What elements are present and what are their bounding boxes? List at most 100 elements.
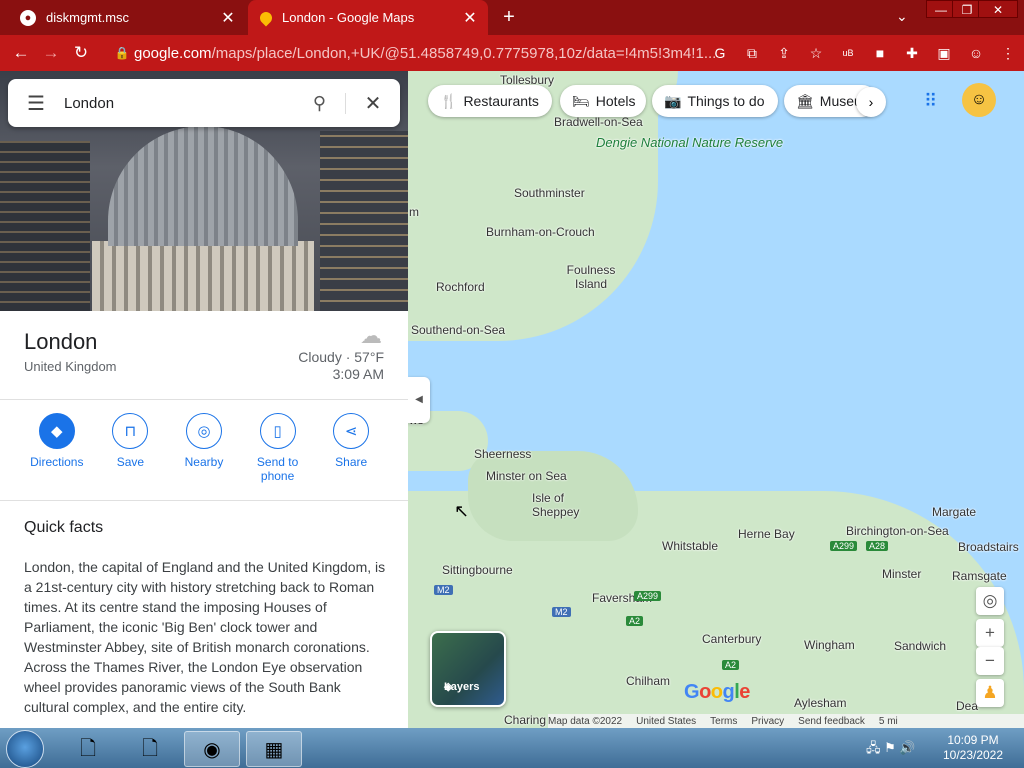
place-label[interactable]: Wingham — [804, 638, 855, 652]
bookmark-star-icon[interactable]: ☆ — [800, 45, 832, 62]
forward-arrow-icon[interactable]: → — [36, 43, 66, 63]
volume-icon[interactable]: 🔊 — [899, 740, 915, 755]
terms-link[interactable]: Terms — [710, 716, 737, 727]
place-label[interactable]: Canterbury — [702, 632, 761, 646]
zoom-in-icon[interactable]: + — [976, 619, 1004, 647]
place-label[interactable]: Herne Bay — [738, 527, 795, 541]
park-label[interactable]: Dengie National Nature Reserve — [596, 135, 783, 151]
file-icon[interactable]: 🗋 — [122, 731, 178, 767]
place-label[interactable]: Aylesham — [794, 696, 846, 710]
globe-icon: ● — [20, 9, 36, 26]
clock-time: 10:09 PM — [947, 733, 999, 747]
my-location-icon[interactable]: ◎ — [976, 587, 1004, 615]
pegman-icon[interactable]: ♟ — [976, 679, 1004, 707]
ublock-icon[interactable]: uB — [832, 48, 864, 58]
close-tab-icon[interactable]: ✕ — [216, 8, 240, 28]
place-label[interactable]: Ramsgate — [952, 569, 1007, 583]
chip-restaurants[interactable]: 🍴 Restaurants — [428, 85, 552, 117]
place-subtitle: United Kingdom — [24, 359, 117, 374]
place-label[interactable]: Southminster — [514, 186, 585, 200]
directions-button[interactable]: ◆ Directions — [25, 413, 89, 483]
tab-diskmgmt[interactable]: ● diskmgmt.msc ✕ — [8, 0, 246, 35]
network-icon[interactable]: 🖧 — [866, 740, 881, 755]
scale-bar[interactable]: 5 mi — [879, 716, 898, 727]
place-label[interactable]: Sheerness — [474, 447, 531, 461]
map-canvas[interactable]: Tollesbury Bradwell-on-Sea Dengie Nation… — [408, 71, 1024, 728]
send-to-phone-label: Send to phone — [256, 455, 299, 483]
reload-icon[interactable]: ↻ — [66, 43, 96, 63]
file-icon[interactable]: 🗋 — [60, 731, 116, 767]
place-label[interactable]: Rochford — [436, 280, 485, 294]
place-label[interactable]: Chilham — [626, 674, 670, 688]
open-in-app-icon[interactable]: ⧉ — [736, 45, 768, 62]
place-label[interactable]: Isle of Sheppey — [532, 491, 592, 519]
directions-label: Directions — [30, 455, 84, 469]
close-tab-icon[interactable]: ✕ — [458, 8, 482, 28]
place-label[interactable]: Burnham-on-Crouch — [486, 225, 595, 239]
extensions-puzzle-icon[interactable]: ✚ — [896, 45, 928, 62]
send-to-phone-button[interactable]: ▯ Send to phone — [246, 413, 310, 483]
search-input[interactable]: London — [64, 95, 294, 112]
zoom-out-icon[interactable]: − — [976, 647, 1004, 675]
search-icon[interactable]: ⚲ — [294, 92, 346, 114]
place-label[interactable]: Bradwell-on-Sea — [554, 115, 643, 129]
phone-icon: ▯ — [259, 413, 296, 449]
send-feedback-link[interactable]: Send feedback — [798, 716, 865, 727]
place-label[interactable]: Dea — [956, 699, 978, 713]
record-icon[interactable]: ■ — [864, 45, 896, 61]
collapse-panel-icon[interactable]: ◀ — [408, 377, 430, 423]
map-footer: Map data ©2022 United States Terms Priva… — [548, 714, 1024, 728]
hamburger-menu-icon[interactable]: ☰ — [8, 91, 64, 116]
start-button[interactable] — [6, 730, 44, 768]
share-button[interactable]: ⋖ Share — [319, 413, 383, 483]
save-button[interactable]: ⊓ Save — [98, 413, 162, 483]
browser-toolbar: ← → ↻ 🔒 google.com/maps/place/London,+UK… — [0, 35, 1024, 71]
nearby-button[interactable]: ◎ Nearby — [172, 413, 236, 483]
chip-hotels[interactable]: 🛏 Hotels — [560, 85, 646, 117]
privacy-link[interactable]: Privacy — [751, 716, 784, 727]
new-tab-icon[interactable]: + — [498, 6, 520, 29]
tab-search-chevron-icon[interactable]: ⌄ — [896, 8, 908, 25]
clock-date: 10/23/2022 — [942, 748, 1004, 762]
place-label[interactable]: Charing — [504, 713, 546, 727]
place-label[interactable]: Sandwich — [894, 639, 946, 653]
action-center-icon[interactable]: ⚑ — [884, 740, 896, 755]
share-page-icon[interactable]: ⇪ — [768, 45, 800, 62]
account-avatar[interactable]: ☺ — [962, 83, 996, 117]
chip-label: Restaurants — [463, 93, 539, 109]
region-link[interactable]: United States — [636, 716, 696, 727]
camera-icon: 📷 — [664, 92, 682, 109]
taskbar-clock[interactable]: 10:09 PM 10/23/2022 — [940, 733, 1006, 763]
divider — [0, 399, 408, 400]
layers-button[interactable]: ◈ Layers — [430, 631, 506, 707]
more-menu-icon[interactable]: ⋮ — [992, 45, 1024, 62]
place-label[interactable]: Whitstable — [662, 539, 718, 553]
chips-next-chevron-icon[interactable]: › — [856, 87, 886, 117]
place-label[interactable]: Sittingbourne — [442, 563, 513, 577]
place-label[interactable]: Broadstairs — [958, 540, 1019, 554]
google-logo: Google — [684, 681, 750, 703]
place-label[interactable]: Minster on Sea — [486, 469, 567, 483]
chip-things-to-do[interactable]: 📷 Things to do — [652, 85, 778, 117]
google-apps-grid-icon[interactable]: ⠿ — [924, 91, 937, 112]
chrome-icon[interactable]: ◉ — [184, 731, 240, 767]
google-g-icon[interactable]: G — [704, 45, 736, 61]
place-label[interactable]: Minster — [882, 567, 921, 581]
place-label[interactable]: Birchington-on-Sea — [846, 524, 949, 538]
place-label[interactable]: m — [409, 205, 419, 219]
extension-area: G ⧉ ⇪ ☆ uB ■ ✚ ▣ ☺ ⋮ — [704, 35, 1024, 71]
road-shield: A28 — [866, 541, 889, 551]
back-arrow-icon[interactable]: ← — [6, 43, 36, 63]
clear-search-icon[interactable]: ✕ — [346, 91, 400, 116]
close-window-icon[interactable]: ✕ — [978, 0, 1018, 18]
place-label[interactable]: Southend-on-Sea — [411, 323, 505, 337]
profile-avatar-icon[interactable]: ☺ — [960, 45, 992, 61]
sidepanel-icon[interactable]: ▣ — [928, 45, 960, 62]
tab-google-maps[interactable]: London - Google Maps ✕ — [248, 0, 488, 35]
disk-management-icon[interactable]: ▦ — [246, 731, 302, 767]
place-label[interactable]: Margate — [932, 505, 976, 519]
place-label[interactable]: Foulness Island — [566, 263, 616, 291]
photo-dome — [108, 126, 298, 246]
directions-icon: ◆ — [38, 413, 75, 449]
road-shield: M2 — [552, 607, 571, 617]
